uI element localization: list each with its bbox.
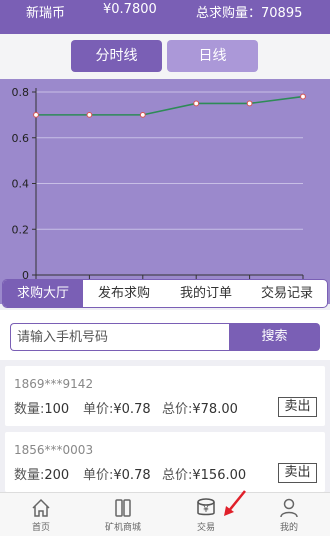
order-quantity: 数量:100 [14,402,70,417]
svg-text:¥: ¥ [203,505,209,515]
data-point [193,100,200,107]
data-point [33,111,39,118]
header-bar: 新瑞币 ¥0.7800 总求购量：70895 [0,0,330,34]
tabbar-home[interactable]: 首页 [0,493,82,536]
data-point [139,111,146,118]
y-tick-label: 0.4 [12,178,30,191]
data-point [246,100,253,107]
order-unit-price: 单价:¥0.78 [83,402,151,417]
tabbar-mine[interactable]: 我的 [248,493,330,536]
sell-button[interactable]: 卖出 [278,397,317,417]
tabbar-label: 交易 [196,523,215,533]
tabbar-label: 矿机商城 [104,523,141,533]
order-quantity: 数量:200 [14,468,70,483]
annotation-arrow-icon [224,490,246,516]
tab-buy-hall[interactable]: 求购大厅 [3,280,83,307]
price-chart: 00.20.40.60.804-1004-1104-1204-1304-1404… [0,79,330,304]
tabbar-mall[interactable]: 矿机商城 [82,493,164,536]
chart-panel: 分时线 日线 00.20.40.60.804-1004-1104-1204-13… [0,34,330,304]
price-chart-svg: 00.20.40.60.804-1004-1104-1204-1304-1404… [12,86,319,296]
order-tabs: 求购大厅 发布求购 我的订单 交易记录 [2,279,328,308]
order-phone: 1856***0003 [14,443,94,457]
order-unit-price: 单价:¥0.78 [83,468,151,483]
sell-button[interactable]: 卖出 [278,463,317,483]
tab-trade-records[interactable]: 交易记录 [247,280,327,307]
search-button[interactable]: 搜索 [229,323,320,351]
trade-icon: ¥ [197,498,215,516]
tabbar-label: 我的 [279,523,298,533]
coin-name: 新瑞币 [26,6,66,21]
order-card: 1856***0003 数量:200 单价:¥0.78 总价:¥156.00 卖… [5,432,325,492]
search-row: 搜索 [0,310,330,360]
order-card: 1869***9142 数量:100 单价:¥0.78 总价:¥78.00 卖出 [5,366,325,426]
device-icon [115,499,131,517]
y-tick-label: 0.2 [12,223,30,236]
phone-search-input[interactable] [10,323,230,351]
total-demand: 总求购量：70895 [196,6,303,21]
y-tick-label: 0.8 [12,86,30,99]
order-total: 总价:¥78.00 [162,402,238,417]
user-icon [280,498,298,518]
timeshare-button[interactable]: 分时线 [71,40,162,72]
tab-my-orders[interactable]: 我的订单 [165,280,247,307]
data-point [300,93,306,100]
bottom-tab-bar: 首页 矿机商城 ¥ 交易 我的 [0,492,330,536]
data-point [86,111,93,118]
order-total: 总价:¥156.00 [162,468,247,483]
home-icon [32,498,50,517]
daily-button[interactable]: 日线 [167,40,258,72]
order-phone: 1869***9142 [14,377,94,391]
coin-price: ¥0.7800 [103,2,157,17]
series-line [36,95,304,116]
y-tick-label: 0.6 [12,132,30,145]
tabbar-label: 首页 [31,523,50,533]
tab-post-buy[interactable]: 发布求购 [83,280,165,307]
